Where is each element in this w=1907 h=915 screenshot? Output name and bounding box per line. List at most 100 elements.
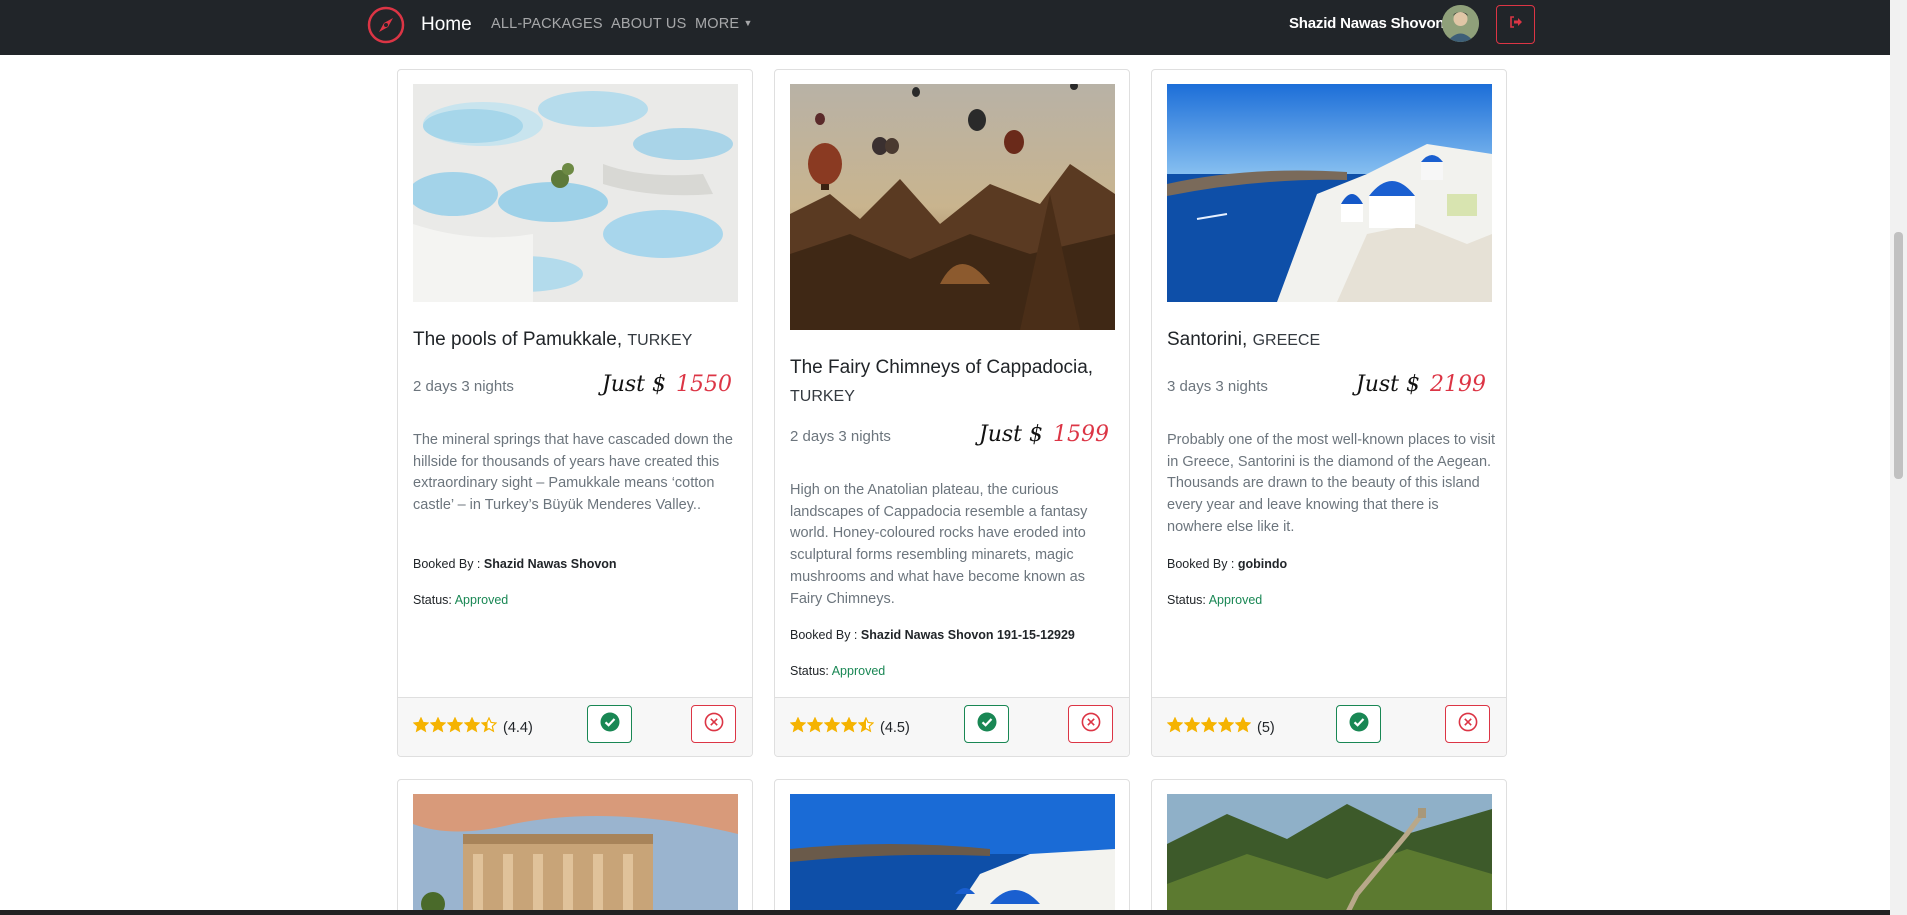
rating-stars: (5) xyxy=(1166,716,1275,738)
price-prefix: Just $ xyxy=(978,422,1043,447)
package-title-text: The pools of Pamukkale, xyxy=(413,329,623,350)
card-footer: (4.5) xyxy=(775,697,1129,756)
card-footer: (4.4) xyxy=(398,697,752,756)
reject-button[interactable] xyxy=(1445,705,1490,743)
price-prefix: Just $ xyxy=(1355,372,1420,397)
bottom-edge xyxy=(0,910,1890,915)
package-image-great-wall xyxy=(1167,794,1492,915)
star-icon xyxy=(412,716,430,733)
reject-button[interactable] xyxy=(1068,705,1113,743)
booked-by-label: Booked By : xyxy=(413,557,481,571)
package-description: The mineral springs that have cascaded d… xyxy=(413,432,733,514)
package-image-santorini xyxy=(1167,84,1492,302)
booking-status: Status: Approved xyxy=(1167,593,1262,607)
package-card: Santorini, GREECE 3 days 3 nights Just $… xyxy=(1151,69,1507,757)
caret-down-icon: ▼ xyxy=(743,18,753,28)
package-country: TURKEY xyxy=(790,388,855,405)
avatar[interactable] xyxy=(1442,5,1479,42)
booked-by: Booked By : Shazid Nawas Shovon 191-15-1… xyxy=(790,628,1075,642)
status-value: Approved xyxy=(831,664,886,678)
package-image-ephesus xyxy=(413,794,738,915)
package-image-cappadocia xyxy=(790,84,1115,330)
scrollbar-thumb[interactable] xyxy=(1894,232,1903,479)
star-icon xyxy=(446,716,464,733)
booked-by-label: Booked By : xyxy=(1167,557,1235,571)
booked-by-value: gobindo xyxy=(1237,557,1288,571)
package-duration: 2 days 3 nights xyxy=(413,378,514,395)
status-label: Status: xyxy=(1167,593,1206,607)
price-amount: 2199 xyxy=(1430,372,1486,397)
status-value: Approved xyxy=(454,593,509,607)
package-country: GREECE xyxy=(1252,332,1321,349)
status-value: Approved xyxy=(1208,593,1263,607)
package-card xyxy=(774,779,1130,915)
navbar: Home ALL-PACKAGES ABOUT US MORE ▼ Shazid… xyxy=(0,0,1907,55)
check-circle-icon xyxy=(600,712,620,737)
star-icon xyxy=(806,716,824,733)
star-icon xyxy=(857,716,875,733)
x-circle-icon xyxy=(1458,712,1478,737)
package-card xyxy=(397,779,753,915)
rating-value: (5) xyxy=(1257,719,1275,736)
package-duration: 2 days 3 nights xyxy=(790,428,891,445)
rating-value: (4.4) xyxy=(503,719,533,736)
package-image-santorini-2 xyxy=(790,794,1115,915)
approve-button[interactable] xyxy=(587,705,632,743)
package-title-text: Santorini, xyxy=(1167,329,1248,350)
booking-status: Status: Approved xyxy=(790,664,885,678)
star-icon xyxy=(1183,716,1201,733)
star-icon xyxy=(1217,716,1235,733)
nav-all-packages-link[interactable]: ALL-PACKAGES xyxy=(491,16,603,32)
package-duration: 3 days 3 nights xyxy=(1167,378,1268,395)
sign-out-icon xyxy=(1509,15,1523,34)
package-title: Santorini, GREECE xyxy=(1167,326,1497,355)
card-footer: (5) xyxy=(1152,697,1506,756)
logout-button[interactable] xyxy=(1496,5,1535,44)
package-price: Just $ 2199 xyxy=(1356,372,1486,397)
star-icon xyxy=(480,716,498,733)
check-circle-icon xyxy=(1349,712,1369,737)
booked-by: Booked By : gobindo xyxy=(1167,557,1287,571)
star-icon xyxy=(1234,716,1252,733)
compass-logo-icon[interactable] xyxy=(366,5,406,45)
package-price: Just $ 1599 xyxy=(979,422,1109,447)
package-description: Probably one of the most well-known plac… xyxy=(1167,432,1496,535)
star-icon xyxy=(429,716,447,733)
nav-about-us-link[interactable]: ABOUT US xyxy=(611,16,686,32)
nav-home-link[interactable]: Home xyxy=(421,14,472,36)
star-icon xyxy=(840,716,858,733)
approve-button[interactable] xyxy=(1336,705,1381,743)
x-circle-icon xyxy=(1081,712,1101,737)
star-icon xyxy=(823,716,841,733)
package-title: The pools of Pamukkale, TURKEY xyxy=(413,326,743,355)
nav-more-dropdown[interactable]: MORE ▼ xyxy=(695,16,753,32)
star-icon xyxy=(1166,716,1184,733)
rating-stars: (4.5) xyxy=(789,716,910,738)
package-description: High on the Anatolian plateau, the curio… xyxy=(790,482,1088,607)
package-title: The Fairy Chimneys of Cappadocia, TURKEY xyxy=(790,354,1120,411)
price-amount: 1550 xyxy=(676,372,732,397)
booked-by-label: Booked By : xyxy=(790,628,858,642)
package-card: The pools of Pamukkale, TURKEY 2 days 3 … xyxy=(397,69,753,757)
package-title-text: The Fairy Chimneys of Cappadocia, xyxy=(790,357,1094,378)
star-icon xyxy=(463,716,481,733)
nav-user-name[interactable]: Shazid Nawas Shovon xyxy=(1289,15,1445,32)
booking-status: Status: Approved xyxy=(413,593,508,607)
price-amount: 1599 xyxy=(1053,422,1109,447)
check-circle-icon xyxy=(977,712,997,737)
package-card xyxy=(1151,779,1507,915)
x-circle-icon xyxy=(704,712,724,737)
star-icon xyxy=(1200,716,1218,733)
package-image-pamukkale xyxy=(413,84,738,302)
booked-by-value: Shazid Nawas Shovon 191-15-12929 xyxy=(860,628,1075,642)
booked-by-value: Shazid Nawas Shovon xyxy=(483,557,617,571)
reject-button[interactable] xyxy=(691,705,736,743)
rating-value: (4.5) xyxy=(880,719,910,736)
approve-button[interactable] xyxy=(964,705,1009,743)
rating-stars: (4.4) xyxy=(412,716,533,738)
package-country: TURKEY xyxy=(627,332,693,349)
booked-by: Booked By : Shazid Nawas Shovon xyxy=(413,557,617,571)
star-icon xyxy=(789,716,807,733)
price-prefix: Just $ xyxy=(601,372,666,397)
status-label: Status: xyxy=(790,664,829,678)
